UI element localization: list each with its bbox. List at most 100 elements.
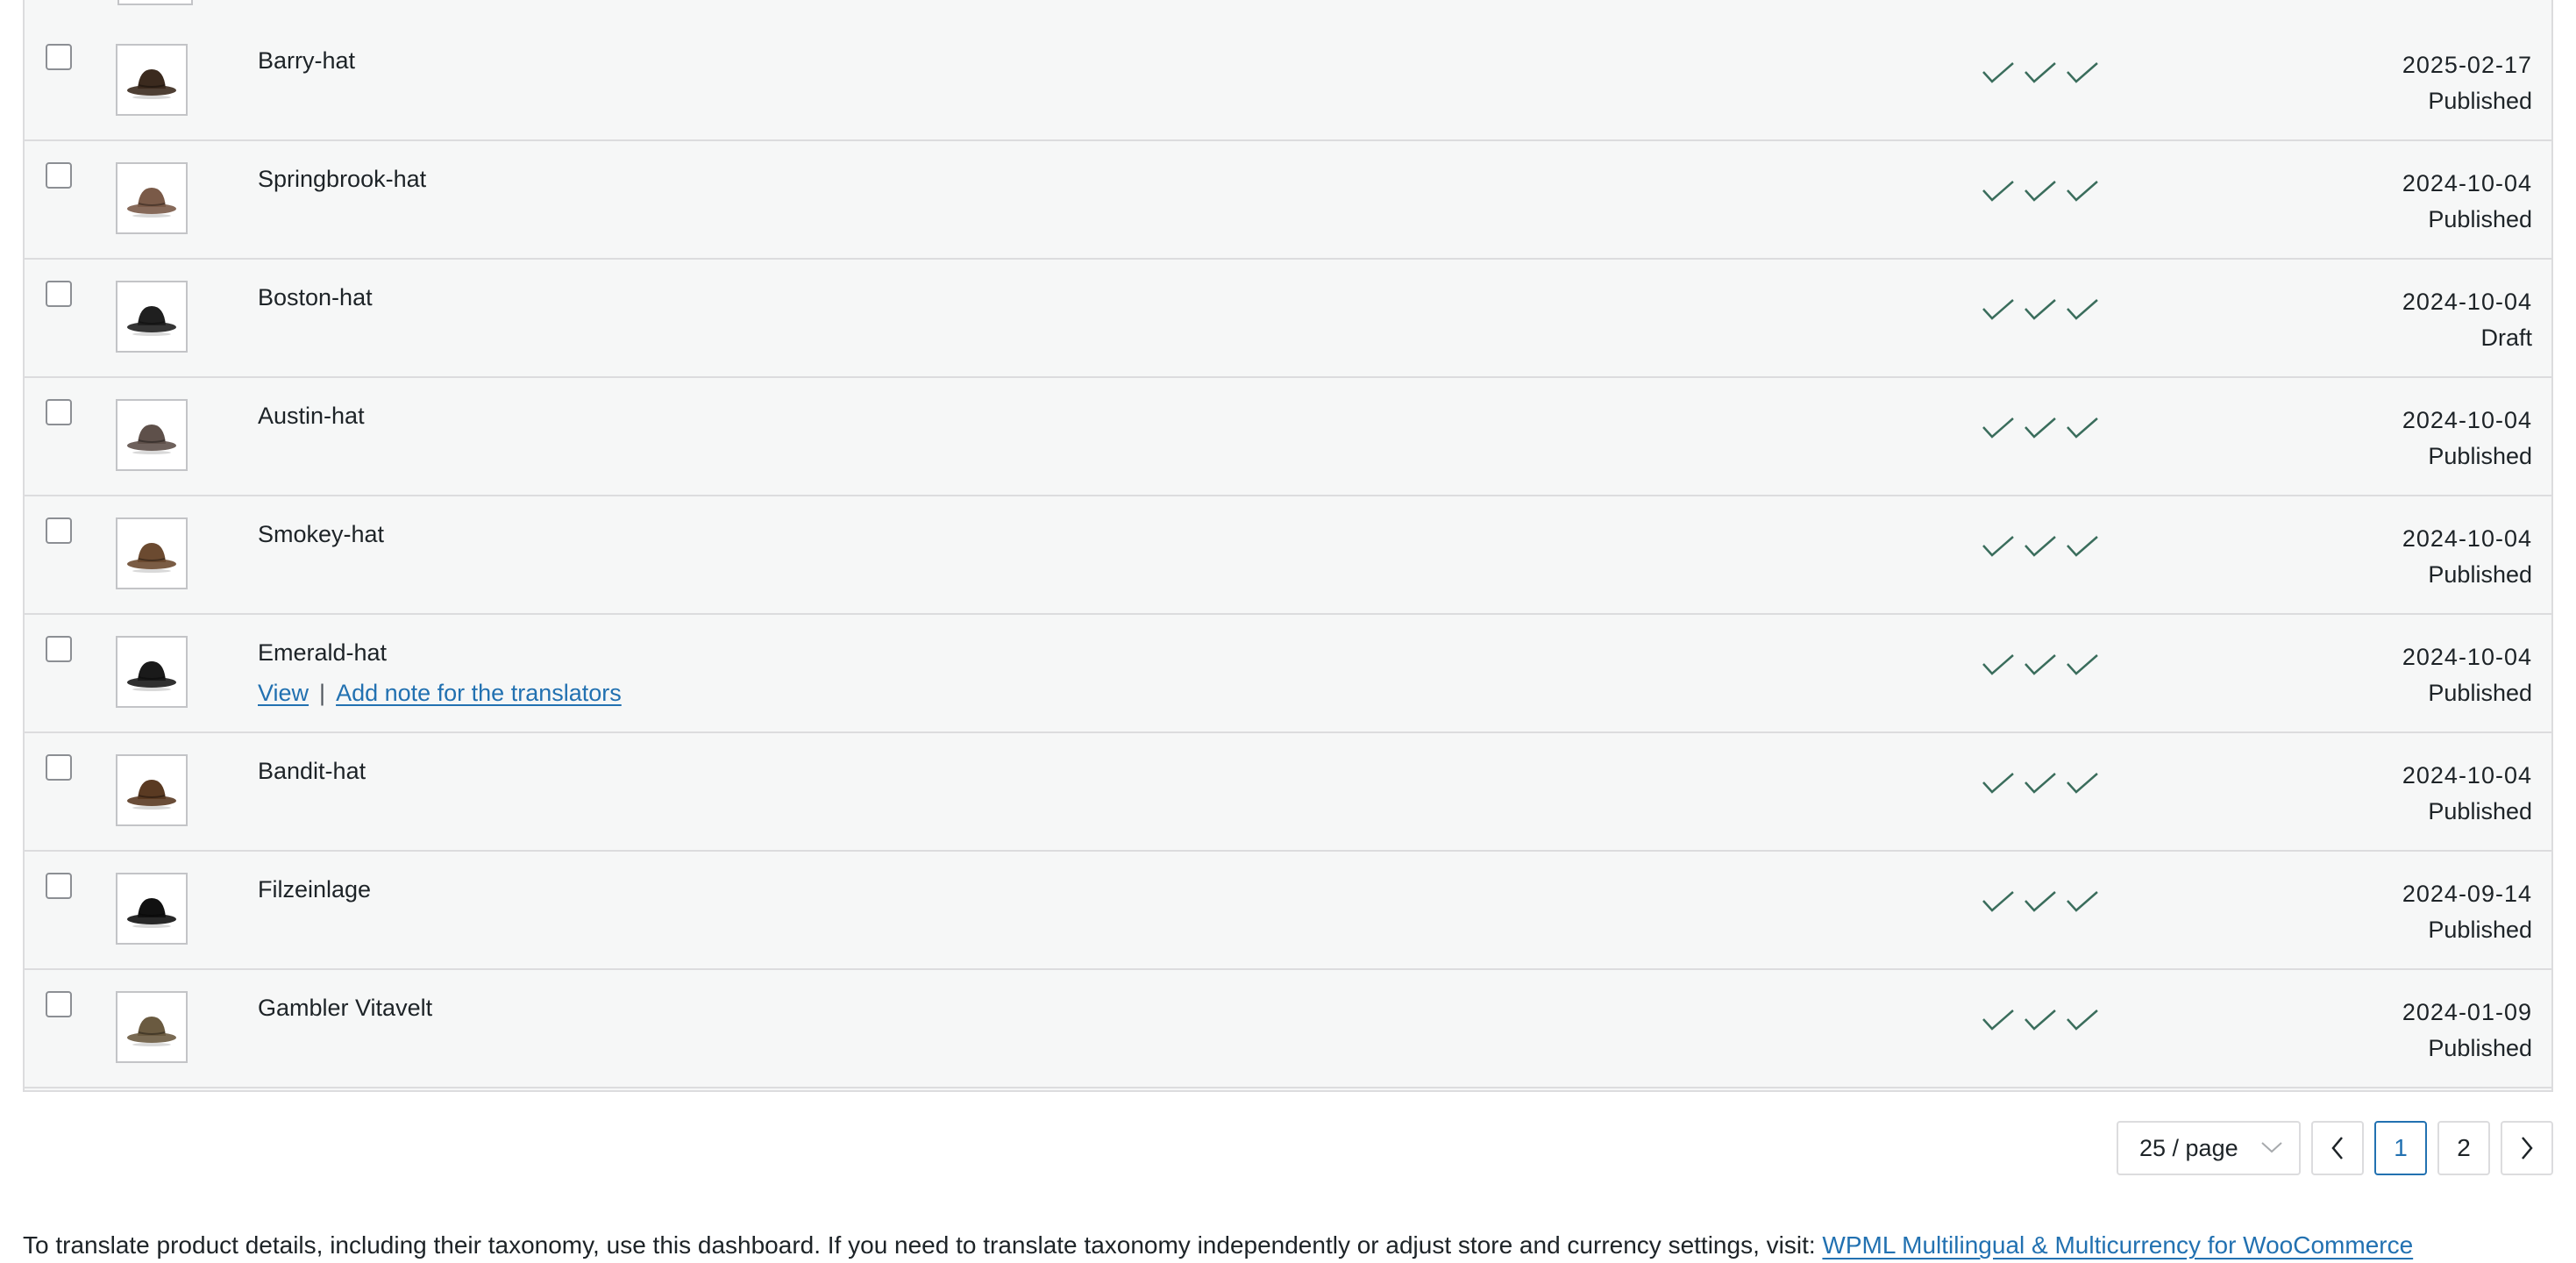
- product-thumbnail[interactable]: [116, 162, 188, 234]
- table-row: Filzeinlage 2024-09-14 Published: [25, 852, 2551, 970]
- product-image-icon: [127, 69, 176, 99]
- translated-check-icon: [1982, 181, 2014, 202]
- translated-check-icon: [2067, 299, 2098, 320]
- page-button-1[interactable]: 1: [2374, 1121, 2427, 1175]
- table-row: Smokey-hat 2024-10-04 Published: [25, 496, 2551, 615]
- product-name[interactable]: Boston-hat: [258, 284, 373, 311]
- translated-check-icon: [1982, 773, 2014, 794]
- product-thumbnail[interactable]: [116, 873, 188, 945]
- page-number: 2: [2457, 1134, 2471, 1161]
- product-status: Published: [2428, 443, 2532, 469]
- table-row: Barry-hat 2025-02-17 Published: [25, 23, 2551, 141]
- product-thumbnail[interactable]: [116, 754, 188, 826]
- table-row: Gambler Vitavelt 2024-01-09 Published: [25, 970, 2551, 1088]
- row-checkbox[interactable]: [46, 754, 72, 781]
- translated-check-icon: [2067, 536, 2098, 557]
- translated-check-icon: [2067, 773, 2098, 794]
- product-name[interactable]: Emerald-hat: [258, 639, 387, 667]
- translated-check-icon: [2067, 1010, 2098, 1031]
- product-date: 2024-10-04: [2402, 407, 2532, 433]
- previous-thumb-edge: [117, 0, 193, 5]
- pagination: 25 / page 1 2: [2117, 1121, 2553, 1175]
- translated-check-icon: [2025, 62, 2056, 83]
- product-thumbnail[interactable]: [116, 517, 188, 589]
- product-name[interactable]: Gambler Vitavelt: [258, 995, 432, 1022]
- add-note-link[interactable]: Add note for the translators: [336, 680, 622, 706]
- product-image-icon: [127, 425, 176, 454]
- row-checkbox[interactable]: [46, 991, 72, 1017]
- translation-status: [1982, 653, 2099, 676]
- product-thumbnail[interactable]: [116, 636, 188, 708]
- translated-check-icon: [2067, 891, 2098, 912]
- row-checkbox[interactable]: [46, 873, 72, 899]
- next-page-button[interactable]: [2501, 1121, 2553, 1175]
- per-page-select[interactable]: 25 / page: [2117, 1121, 2301, 1175]
- product-name[interactable]: Smokey-hat: [258, 521, 384, 548]
- prev-page-button[interactable]: [2311, 1121, 2364, 1175]
- product-name[interactable]: Springbrook-hat: [258, 166, 426, 193]
- translation-status: [1982, 61, 2099, 84]
- product-name[interactable]: Filzeinlage: [258, 876, 371, 903]
- translated-check-icon: [2025, 417, 2056, 439]
- table-row: Austin-hat 2024-10-04 Published: [25, 378, 2551, 496]
- product-name[interactable]: Barry-hat: [258, 47, 355, 75]
- date-status: 2024-09-14 Published: [2402, 876, 2532, 948]
- product-image-icon: [127, 661, 176, 691]
- translated-check-icon: [1982, 891, 2014, 912]
- row-checkbox[interactable]: [46, 281, 72, 307]
- product-image-icon: [127, 543, 176, 573]
- view-link[interactable]: View: [258, 680, 309, 706]
- row-checkbox[interactable]: [46, 399, 72, 425]
- action-separator: |: [319, 680, 326, 706]
- translation-status: [1982, 1009, 2099, 1031]
- product-date: 2024-09-14: [2402, 881, 2532, 907]
- date-status: 2024-10-04 Published: [2402, 521, 2532, 593]
- product-thumbnail[interactable]: [116, 399, 188, 471]
- translated-check-icon: [1982, 654, 2014, 675]
- product-date: 2024-10-04: [2402, 170, 2532, 196]
- row-checkbox[interactable]: [46, 636, 72, 662]
- row-checkbox[interactable]: [46, 517, 72, 544]
- date-status: 2024-10-04 Published: [2402, 758, 2532, 830]
- row-checkbox[interactable]: [46, 162, 72, 189]
- product-thumbnail[interactable]: [116, 44, 188, 116]
- table-row: Boston-hat 2024-10-04 Draft: [25, 260, 2551, 378]
- per-page-value: 25 / page: [2139, 1134, 2238, 1161]
- date-status: 2024-10-04 Published: [2402, 403, 2532, 475]
- product-status: Published: [2428, 206, 2532, 232]
- wpml-woocommerce-link[interactable]: WPML Multilingual & Multicurrency for Wo…: [1822, 1231, 2413, 1259]
- date-status: 2024-01-09 Published: [2402, 995, 2532, 1067]
- translation-status: [1982, 890, 2099, 913]
- product-status: Published: [2428, 917, 2532, 943]
- translated-check-icon: [2025, 773, 2056, 794]
- products-translation-table: Barry-hat 2025-02-17 Published Springbrook-…: [23, 0, 2553, 1092]
- row-actions: View | Add note for the translators: [258, 680, 622, 707]
- product-thumbnail[interactable]: [116, 991, 188, 1063]
- product-status: Published: [2428, 561, 2532, 588]
- product-date: 2024-10-04: [2402, 525, 2532, 552]
- product-image-icon: [127, 898, 176, 928]
- date-status: 2024-10-04 Draft: [2402, 284, 2532, 356]
- translation-status: [1982, 298, 2099, 321]
- product-status: Published: [2428, 798, 2532, 824]
- translated-check-icon: [2025, 1010, 2056, 1031]
- product-status: Draft: [2480, 325, 2532, 351]
- translated-check-icon: [1982, 1010, 2014, 1031]
- product-image-icon: [127, 188, 176, 218]
- page-button-2[interactable]: 2: [2437, 1121, 2490, 1175]
- date-status: 2024-10-04 Published: [2402, 639, 2532, 711]
- product-image-icon: [127, 1017, 176, 1046]
- date-status: 2024-10-04 Published: [2402, 166, 2532, 238]
- product-name[interactable]: Bandit-hat: [258, 758, 366, 785]
- row-checkbox[interactable]: [46, 44, 72, 70]
- product-thumbnail[interactable]: [116, 281, 188, 353]
- translated-check-icon: [2025, 299, 2056, 320]
- table-row: Bandit-hat 2024-10-04 Published: [25, 733, 2551, 852]
- translated-check-icon: [1982, 536, 2014, 557]
- product-name[interactable]: Austin-hat: [258, 403, 365, 430]
- translation-status: [1982, 772, 2099, 795]
- footer-note: To translate product details, including …: [23, 1231, 2413, 1259]
- table-row: Emerald-hat View | Add note for the transla…: [25, 615, 2551, 733]
- translated-check-icon: [2067, 654, 2098, 675]
- translated-check-icon: [2025, 536, 2056, 557]
